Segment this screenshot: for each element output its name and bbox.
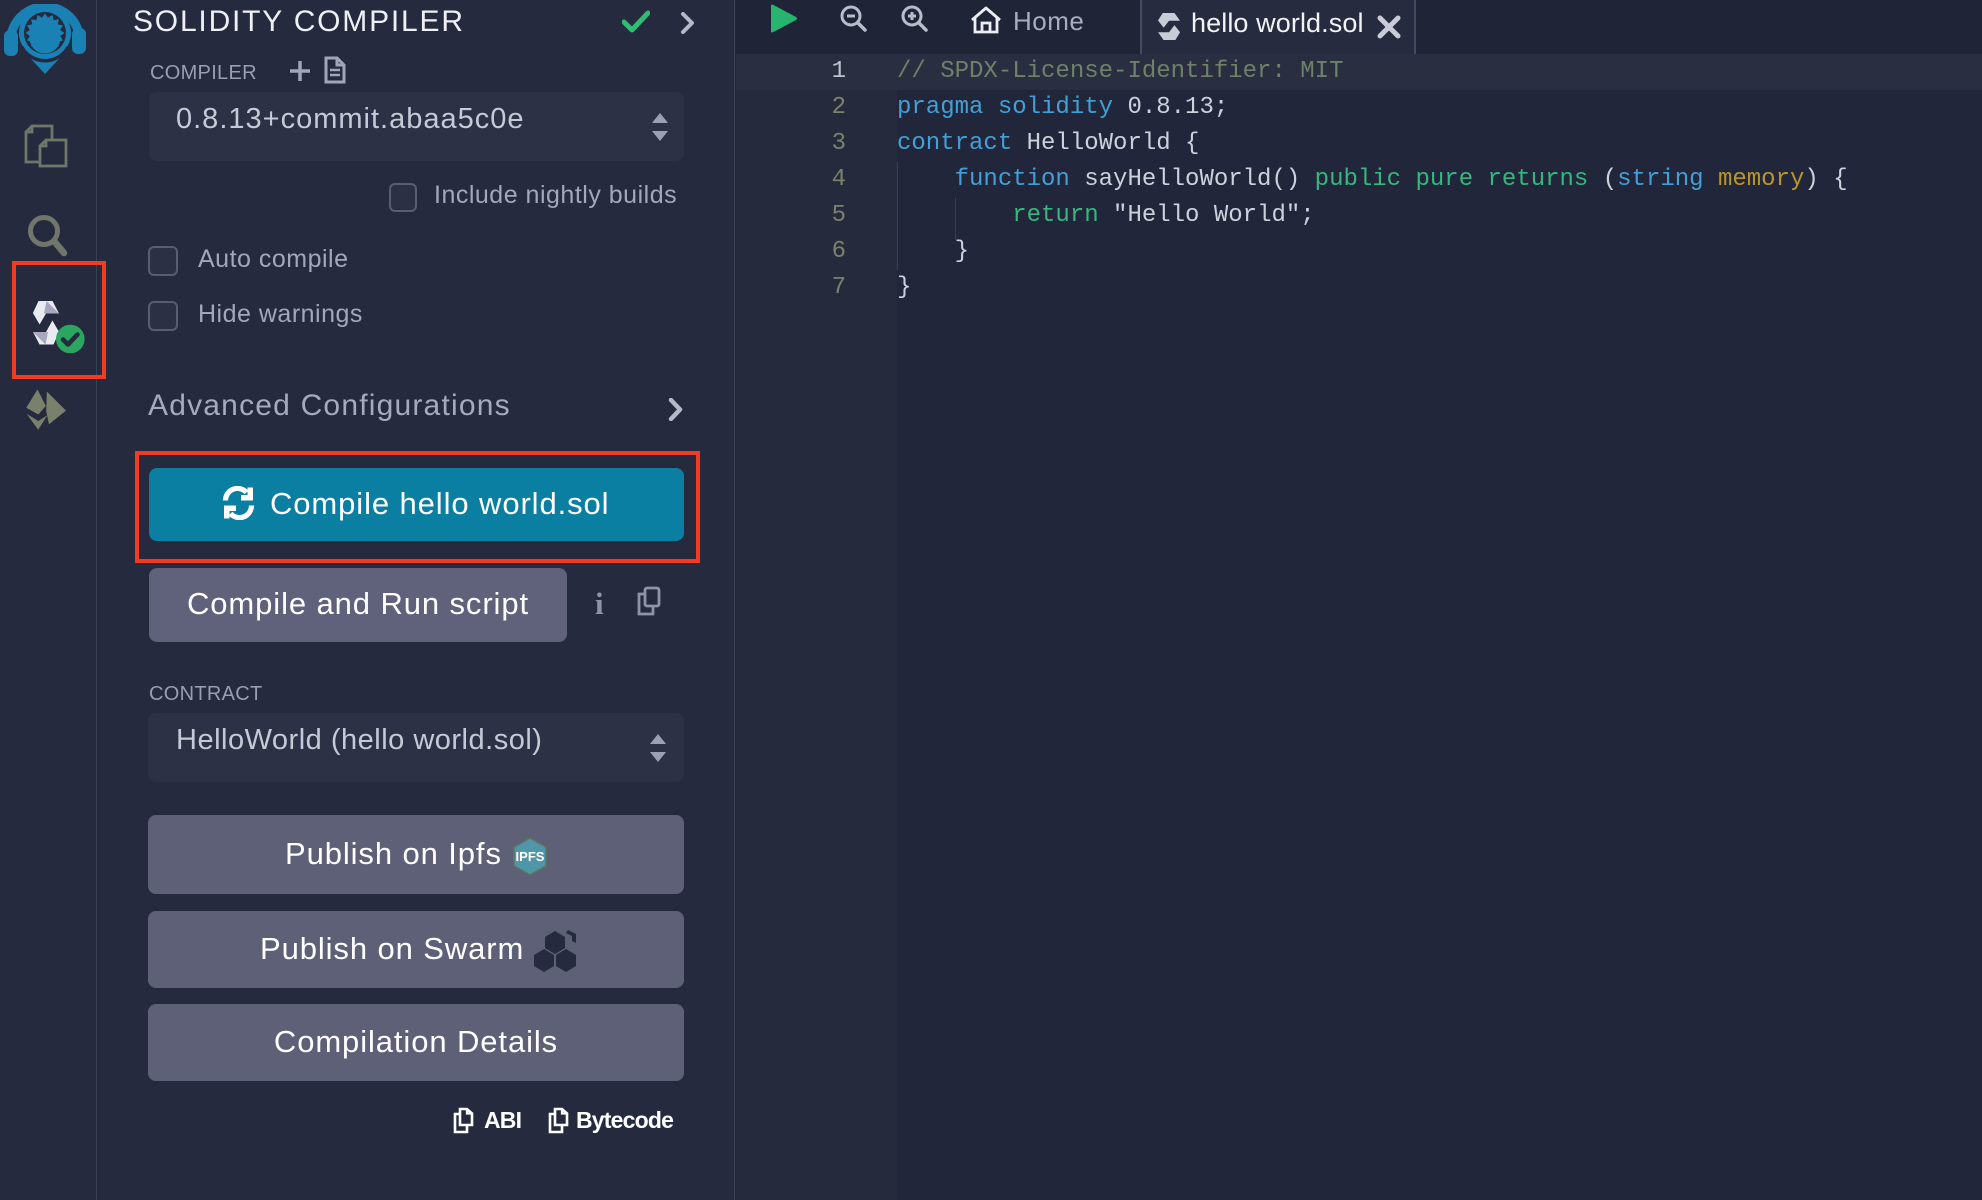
svg-text:IPFS: IPFS xyxy=(516,849,545,864)
